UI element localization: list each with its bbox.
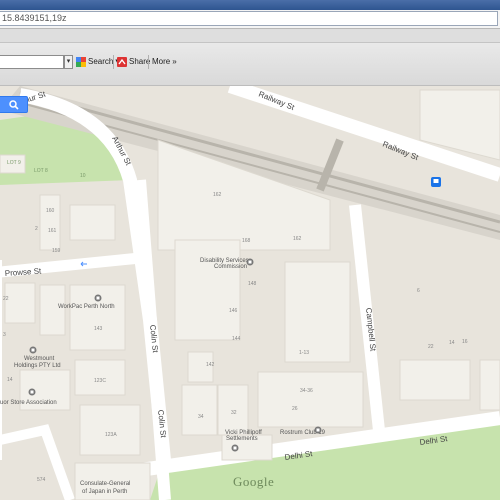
lot-number: 148	[248, 281, 257, 287]
place-label-vicki: Settlements	[226, 436, 258, 442]
more-button-label: More	[152, 57, 171, 66]
double-chevron-icon: »	[172, 57, 177, 66]
lot-number: 574	[37, 477, 46, 483]
lot-number: 6	[417, 288, 420, 294]
browser-tabstrip	[0, 29, 500, 43]
building-160	[69, 204, 116, 241]
share-icon	[117, 57, 127, 67]
building-east-2	[479, 359, 500, 411]
lot-number: 161	[48, 228, 57, 234]
poi-marker-icon	[29, 346, 37, 354]
lot-number: LOT 9	[7, 160, 21, 166]
building-161	[39, 194, 61, 251]
lot-number: 159	[52, 248, 61, 254]
building-168	[174, 239, 241, 341]
window-titlebar	[0, 0, 500, 10]
lot-number: 34-36	[300, 388, 313, 394]
poi-marker-icon	[94, 294, 102, 302]
building-34-36	[257, 371, 364, 428]
lot-number: 14	[7, 377, 13, 383]
lot-number: 162	[213, 192, 222, 198]
building-east-1	[399, 359, 471, 401]
building-34	[181, 384, 218, 436]
search-dropdown-button[interactable]: ▾	[64, 55, 73, 69]
lot-number: 14	[449, 340, 455, 346]
lot-number: 143	[94, 326, 103, 332]
lot-number: 142	[206, 362, 215, 368]
building-1-13	[284, 261, 351, 363]
lot-number: 144	[232, 336, 241, 342]
lot-number: 10	[80, 173, 86, 179]
poi-marker-icon	[314, 426, 322, 434]
lot-number: 26	[292, 406, 298, 412]
lot-number: 168	[242, 238, 251, 244]
google-logo: Google	[233, 474, 275, 489]
lot-number: 22	[428, 344, 434, 350]
toolbar-search-input[interactable]	[0, 55, 64, 69]
place-label-store: uor Store Association	[0, 400, 57, 406]
url-input[interactable]: 15.8439151,19z	[0, 11, 498, 26]
share-button[interactable]: Share	[117, 55, 150, 69]
lot-number: 146	[229, 308, 238, 314]
building-22	[4, 282, 36, 324]
poi-marker-icon	[231, 444, 239, 452]
map-canvas[interactable]: Arthur St Arthur St Railway St Railway S…	[0, 86, 500, 500]
lot-number: 123A	[105, 432, 117, 438]
lot-number: 160	[46, 208, 55, 214]
lot-number: 22	[3, 296, 9, 302]
search-icon	[9, 100, 19, 110]
poi-marker-icon	[28, 388, 36, 396]
more-button[interactable]: More »	[152, 55, 177, 69]
address-bar: 15.8439151,19z	[0, 10, 500, 29]
place-label-consulate: Consulate-General	[80, 481, 130, 487]
poi-marker-icon	[246, 258, 254, 266]
place-label-westmount: Holdings PTY Ltd	[14, 363, 61, 369]
place-label-disability: Commission	[214, 264, 247, 270]
toolbar-divider	[148, 55, 149, 69]
place-label-consulate: of Japan in Perth	[82, 489, 127, 495]
lot-number: 1-13	[299, 350, 309, 356]
building-123a	[79, 404, 141, 456]
search-button-label: Search	[88, 57, 114, 66]
lot-number: LOT 8	[34, 168, 48, 174]
place-label-westmount: Westmount	[24, 356, 55, 362]
toolbar-divider	[113, 55, 114, 69]
google-g-icon	[76, 57, 86, 67]
toolbar: ▾ Search ▾ Share More »	[0, 43, 500, 86]
lot-number: 16	[462, 339, 468, 345]
lot-number: 162	[293, 236, 302, 242]
lot-number: 3	[3, 332, 6, 338]
building-westmount	[39, 284, 66, 336]
lot-number: 32	[231, 410, 237, 416]
train-station-icon	[431, 177, 441, 187]
place-label-workpac: WorkPac Perth North	[58, 304, 115, 310]
map-search-button[interactable]	[0, 96, 28, 113]
lot-number: 123C	[94, 378, 106, 384]
lot-number: 2	[35, 226, 38, 232]
lot-number: 34	[198, 414, 204, 420]
